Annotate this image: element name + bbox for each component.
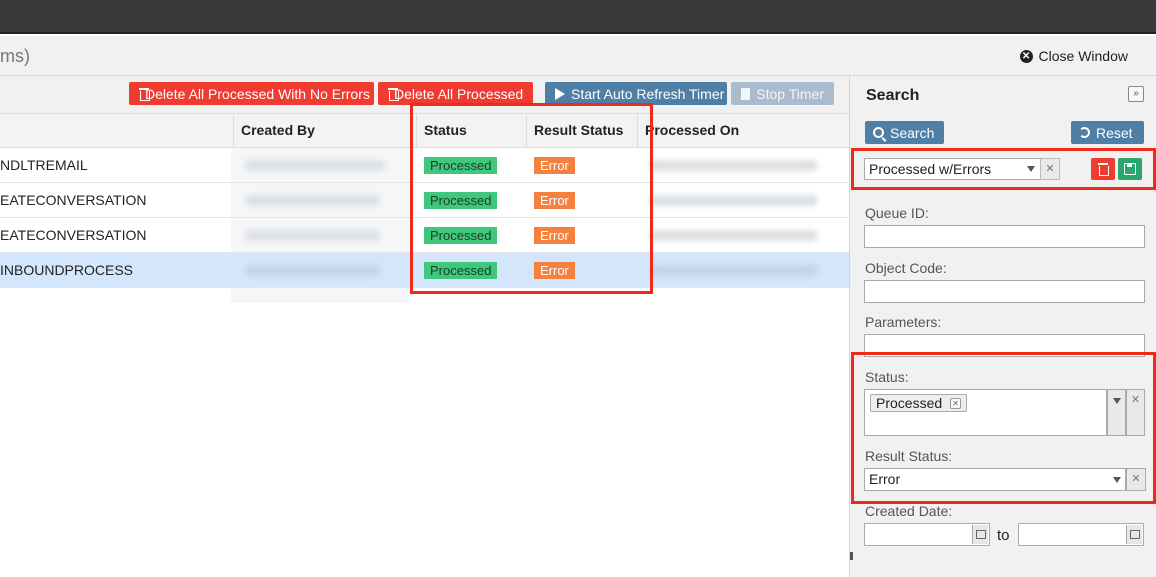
save-icon (1124, 163, 1136, 175)
reset-icon (1079, 127, 1090, 138)
stop-timer-label: Stop Timer (756, 85, 824, 102)
remove-chip-icon[interactable]: ✕ (950, 397, 962, 409)
status-badge: Processed (424, 157, 498, 174)
trash-icon (1098, 163, 1109, 176)
result-status-badge: Error (534, 262, 575, 279)
object-code-cell: INBOUNDPROCESS (0, 262, 134, 278)
clear-icon[interactable]: ✕ (1126, 468, 1146, 491)
window-title-bar: ms) ✕ Close Window (0, 36, 1156, 76)
result-status-select[interactable]: Error (864, 468, 1126, 491)
collapse-panel-icon[interactable]: » (1128, 86, 1144, 102)
delete-processed-no-errors-label: Delete All Processed With No Errors (145, 85, 370, 102)
close-icon: ✕ (1019, 49, 1033, 63)
search-panel: Search » Search Reset Processed w/Errors… (849, 76, 1156, 577)
processed-on-cell (650, 265, 818, 276)
chevron-down-icon (1113, 477, 1121, 483)
delete-saved-search-button[interactable] (1091, 158, 1115, 180)
table-row[interactable]: EATECONVERSATION Processed Error (0, 183, 849, 218)
panel-resize-handle[interactable] (850, 552, 853, 560)
result-status-badge: Error (534, 227, 575, 244)
stop-timer-button[interactable]: Stop Timer (731, 82, 834, 105)
calendar-icon[interactable] (972, 525, 988, 544)
created-date-from-input[interactable] (864, 523, 990, 546)
processed-on-cell (650, 160, 818, 171)
date-range-to-label: to (997, 527, 1010, 544)
window-title: ms) (0, 46, 30, 66)
reset-button-label: Reset (1096, 124, 1133, 141)
table-row-selected[interactable]: INBOUNDPROCESS Processed Error (0, 253, 849, 288)
calendar-icon[interactable] (1126, 525, 1142, 544)
status-dropdown-toggle[interactable] (1107, 389, 1126, 436)
column-header-result-status[interactable]: Result Status (527, 114, 638, 148)
status-label: Status: (865, 369, 909, 385)
saved-search-select[interactable]: Processed w/Errors ✕ (864, 158, 1060, 180)
result-status-value: Error (869, 471, 901, 487)
created-by-cell (245, 160, 385, 171)
clear-icon[interactable]: ✕ (1040, 158, 1060, 180)
created-date-label: Created Date: (865, 503, 953, 519)
save-search-button[interactable] (1118, 158, 1142, 180)
start-auto-refresh-label: Start Auto Refresh Timer (571, 85, 725, 102)
search-button-label: Search (890, 124, 935, 141)
status-chip: Processed ✕ (870, 394, 968, 412)
delete-processed-no-errors-button[interactable]: Delete All Processed With No Errors (129, 82, 374, 105)
column-header-status[interactable]: Status (417, 114, 527, 148)
status-badge: Processed (424, 192, 498, 209)
created-by-cell (245, 230, 380, 241)
column-header-created-by[interactable]: Created By (234, 114, 417, 148)
chevron-down-icon (1027, 166, 1035, 172)
status-multiselect[interactable]: Processed ✕ (864, 389, 1107, 436)
grid-toolbar: Delete All Processed With No Errors Dele… (0, 76, 849, 114)
queue-id-input[interactable] (864, 225, 1145, 248)
search-button[interactable]: Search (865, 121, 944, 144)
processed-on-cell (650, 195, 818, 206)
object-code-input[interactable] (864, 280, 1145, 303)
reset-button[interactable]: Reset (1071, 121, 1144, 144)
object-code-cell: EATECONVERSATION (0, 192, 147, 208)
object-code-label: Object Code: (865, 260, 947, 276)
created-date-to-input[interactable] (1018, 523, 1144, 546)
status-badge: Processed (424, 262, 498, 279)
search-icon (873, 127, 884, 138)
delete-all-processed-button[interactable]: Delete All Processed (378, 82, 533, 105)
object-code-cell: NDLTREMAIL (0, 157, 88, 173)
queue-id-label: Queue ID: (865, 205, 929, 221)
result-status-badge: Error (534, 192, 575, 209)
result-status-label: Result Status: (865, 448, 953, 464)
close-window-button[interactable]: ✕ Close Window (1019, 48, 1128, 64)
clear-icon[interactable]: ✕ (1126, 389, 1145, 436)
parameters-label: Parameters: (865, 314, 942, 330)
chevron-down-icon (1113, 398, 1121, 404)
top-bar (0, 0, 1156, 34)
saved-search-value: Processed w/Errors (869, 161, 992, 177)
table-row[interactable]: NDLTREMAIL Processed Error (0, 148, 849, 183)
table-row[interactable]: EATECONVERSATION Processed Error (0, 218, 849, 253)
grid-header: Created By Status Result Status Processe… (0, 114, 849, 148)
delete-all-processed-label: Delete All Processed (394, 85, 524, 102)
status-chip-label: Processed (876, 395, 943, 411)
created-by-cell (245, 195, 380, 206)
close-window-label: Close Window (1038, 48, 1128, 64)
stop-icon (741, 87, 751, 100)
created-by-cell (245, 265, 380, 276)
play-icon (555, 87, 565, 100)
processed-on-cell (650, 230, 818, 241)
search-panel-title: Search (866, 87, 920, 104)
column-header-object-code[interactable] (0, 114, 234, 148)
start-auto-refresh-button[interactable]: Start Auto Refresh Timer (545, 82, 727, 105)
parameters-input[interactable] (864, 334, 1145, 357)
column-header-processed-on[interactable]: Processed On (638, 114, 849, 148)
object-code-cell: EATECONVERSATION (0, 227, 147, 243)
status-badge: Processed (424, 227, 498, 244)
result-status-badge: Error (534, 157, 575, 174)
